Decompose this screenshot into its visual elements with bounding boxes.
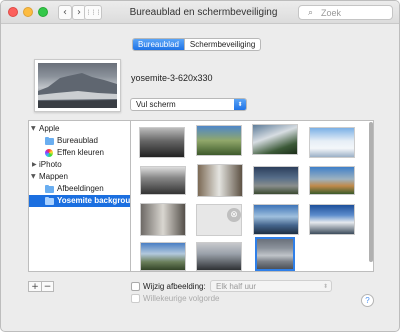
minimize-window-button[interactable] — [23, 7, 33, 17]
interval-value: Elk half uur — [216, 282, 257, 291]
wallpaper-filename: yosemite-3-620x330 — [131, 73, 213, 83]
wallpaper-thumbnail[interactable] — [253, 204, 299, 235]
sidebar-item-label: Bureaublad — [57, 136, 98, 145]
folder-icon — [45, 197, 54, 205]
chevron-up-down-icon: ⬍ — [234, 99, 246, 110]
change-picture-label: Wijzig afbeelding: — [143, 282, 206, 291]
sidebar-item-desktop-pictures[interactable]: Bureaublad — [29, 135, 130, 147]
zoom-window-button[interactable] — [38, 7, 48, 17]
search-placeholder: Zoek — [321, 8, 342, 18]
back-button[interactable]: ‹ — [58, 5, 72, 20]
change-interval-select[interactable]: Elk half uur ⬍ — [210, 280, 332, 292]
wallpaper-thumbnail[interactable] — [196, 125, 242, 156]
sidebar-item-label: Yosemite background — [57, 196, 130, 205]
wallpaper-thumbnail-selected[interactable] — [255, 237, 295, 271]
sidebar-item-label: Afbeeldingen — [57, 184, 104, 193]
sidebar-group-apple[interactable]: ▼ Apple — [29, 123, 130, 135]
wallpaper-thumbnail[interactable] — [252, 124, 298, 155]
grid-icon: ⋮⋮⋮ — [85, 9, 102, 16]
fit-mode-select[interactable]: Vul scherm ⬍ — [130, 98, 247, 111]
folder-icon — [45, 137, 54, 145]
title-bar: ‹ › ⋮⋮⋮ Bureaublad en schermbeveiliging … — [1, 1, 399, 24]
wallpaper-thumbnail[interactable] — [309, 204, 355, 235]
close-window-button[interactable] — [8, 7, 18, 17]
search-field[interactable]: ⌕ Zoek — [298, 5, 393, 20]
chevron-up-down-icon: ⬍ — [322, 283, 328, 290]
wallpaper-thumbnail[interactable] — [196, 242, 242, 271]
tab-bar: Bureaublad Schermbeveiliging — [132, 38, 262, 51]
wallpaper-thumbnail[interactable] — [139, 127, 185, 158]
sidebar-item-label: Mappen — [39, 172, 68, 181]
sidebar-item-label: Effen kleuren — [57, 148, 104, 157]
add-folder-button[interactable]: + — [29, 282, 41, 292]
change-picture-checkbox[interactable] — [131, 282, 140, 291]
search-icon: ⌕ — [308, 8, 314, 18]
tab-screen-saver[interactable]: Schermbeveiliging — [183, 39, 260, 50]
folder-icon — [45, 185, 54, 193]
preferences-window: ‹ › ⋮⋮⋮ Bureaublad en schermbeveiliging … — [0, 0, 400, 332]
add-remove-control: + − — [28, 281, 54, 292]
sidebar-item-yosemite-background[interactable]: Yosemite background — [29, 195, 130, 207]
wallpaper-grid — [130, 120, 374, 272]
wallpaper-thumbnail[interactable] — [140, 242, 186, 271]
help-button[interactable]: ? — [361, 294, 374, 307]
sidebar-group-folders[interactable]: ▼ Mappen — [29, 171, 130, 183]
wallpaper-thumbnail[interactable] — [309, 127, 355, 158]
chevron-right-icon: › — [77, 7, 81, 18]
wallpaper-thumbnail[interactable] — [140, 203, 186, 236]
sidebar-item-label: iPhoto — [39, 160, 62, 169]
disclosure-closed-icon[interactable]: ▶ — [32, 159, 37, 171]
scrollbar-thumb[interactable] — [369, 122, 373, 262]
disclosure-open-icon[interactable]: ▼ — [31, 123, 36, 135]
show-all-button[interactable]: ⋮⋮⋮ — [84, 5, 102, 20]
sidebar-group-iphoto[interactable]: ▶ iPhoto — [29, 159, 130, 171]
random-order-checkbox[interactable] — [131, 294, 140, 303]
wallpaper-thumbnail[interactable] — [253, 166, 299, 195]
wallpaper-thumbnail[interactable] — [309, 166, 355, 195]
tab-desktop[interactable]: Bureaublad — [133, 39, 184, 50]
wallpaper-thumbnail[interactable] — [197, 164, 243, 197]
current-wallpaper-preview — [34, 59, 121, 112]
wallpaper-thumbnail[interactable] — [140, 166, 186, 195]
disclosure-open-icon[interactable]: ▼ — [31, 171, 36, 183]
source-sidebar: ▼ Apple Bureaublad Effen kleuren ▶ iPhot… — [28, 120, 130, 272]
chevron-left-icon: ‹ — [63, 7, 67, 18]
remove-folder-button[interactable]: − — [41, 282, 53, 292]
fit-mode-value: Vul scherm — [136, 100, 176, 109]
grid-scrollbar[interactable] — [368, 120, 375, 272]
sidebar-item-solid-colors[interactable]: Effen kleuren — [29, 147, 130, 159]
random-order-label: Willekeurige volgorde — [143, 294, 220, 303]
sidebar-item-label: Apple — [39, 124, 60, 133]
window-title: Bureaublad en schermbeveiliging — [129, 7, 278, 18]
wallpaper-preview-image — [38, 63, 117, 108]
color-wheel-icon — [45, 149, 53, 157]
loading-icon: ⊗ — [227, 208, 241, 222]
sidebar-item-pictures[interactable]: Afbeeldingen — [29, 183, 130, 195]
